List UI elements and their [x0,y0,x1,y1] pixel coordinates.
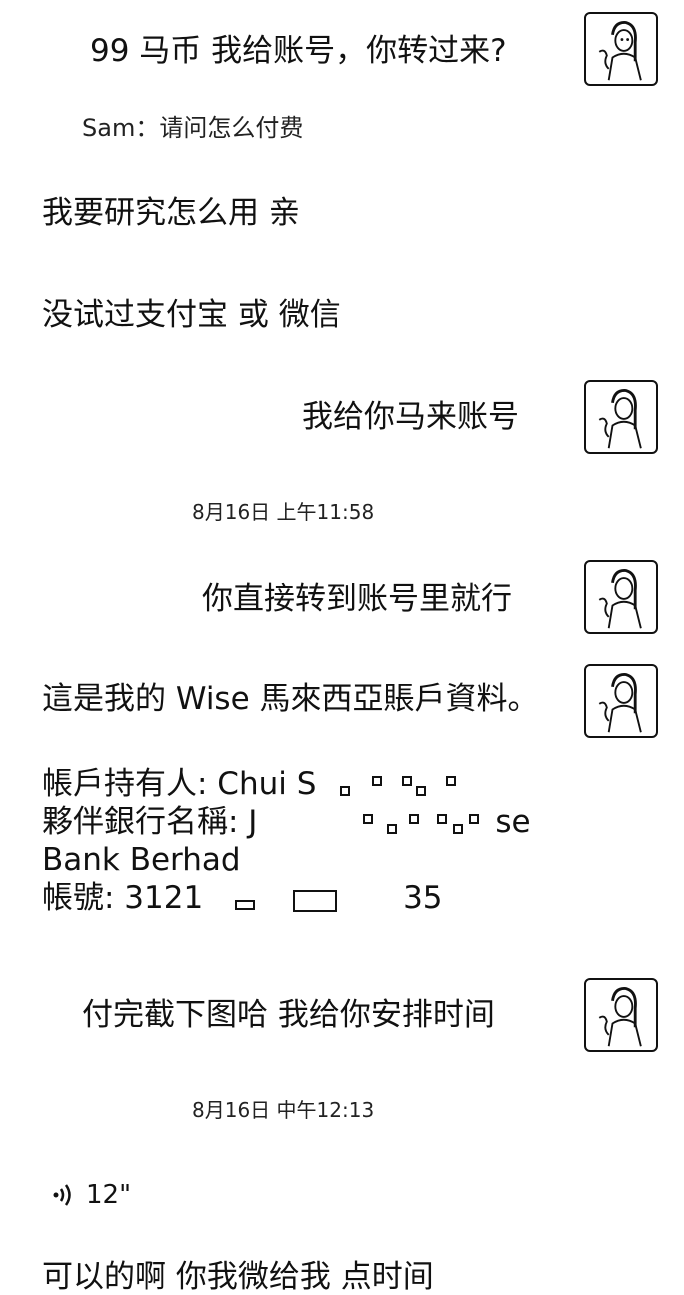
chat-message-right[interactable]: 你直接转到账号里就行 [202,581,512,618]
chat-message-wise[interactable]: 這是我的 Wise 馬來西亞賬戶資料。 [42,681,539,718]
avatar-photo-icon [598,673,642,733]
account-number-line: 帳號: 3121 35 [42,880,443,916]
bank-name-line-2: Bank Berhad [42,842,241,878]
quoted-message: Sam：请问怎么付费 [82,114,304,142]
chat-message-left[interactable]: 没试过支付宝 或 微信 [42,297,341,334]
chat-message-left[interactable]: 可以的啊 你我微给我 点时间 [42,1262,434,1293]
voice-message[interactable]: 12" [52,1180,131,1210]
avatar[interactable] [584,12,658,86]
avatar-photo-icon [598,21,642,81]
timestamp: 8月16日 上午11:58 [192,500,375,524]
bank-name-line: 夥伴銀行名稱: J se [42,804,531,840]
redaction [326,771,477,800]
avatar[interactable] [584,664,658,738]
account-holder-line: 帳戶持有人: Chui S [42,766,531,804]
timestamp: 8月16日 中午12:13 [192,1098,375,1122]
avatar[interactable] [584,380,658,454]
avatar-photo-icon [598,569,642,629]
redaction [267,809,496,838]
redaction [213,885,404,914]
chat-message-right[interactable]: 付完截下图哈 我给你安排时间 [82,997,495,1034]
avatar-photo-icon [598,389,642,449]
chat-message-left[interactable]: 我要研究怎么用 亲 [42,195,300,232]
chat-message-right[interactable]: 99 马币 我给账号，你转过来? [90,33,507,70]
chat-message-right[interactable]: 我给你马来账号 [302,399,519,436]
bank-details[interactable]: 帳戶持有人: Chui S 夥伴銀行名稱: J se Bank Berhad 帳… [42,766,531,918]
avatar[interactable] [584,560,658,634]
avatar-photo-icon [598,987,642,1047]
voice-wave-icon [53,1184,71,1206]
voice-duration: 12" [86,1180,132,1210]
avatar[interactable] [584,978,658,1052]
